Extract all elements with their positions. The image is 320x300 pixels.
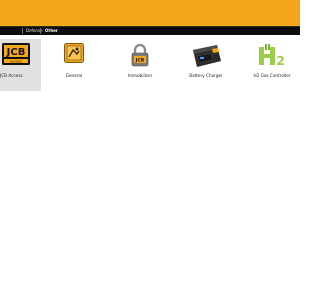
- app-tile-immobiliser[interactable]: JCB Immobiliser: [112, 39, 168, 91]
- tab-bar: Defense Other: [0, 26, 300, 35]
- app-tile-general[interactable]: General: [46, 39, 102, 91]
- svg-text:ACCESS: ACCESS: [10, 60, 22, 64]
- tab-separator: [40, 28, 41, 34]
- battery-charger-icon: [193, 45, 221, 67]
- svg-text:JCB: JCB: [135, 58, 145, 64]
- h2-gas-controller-icon: 2: [259, 44, 285, 67]
- app-tile-h2-gas-controller[interactable]: 2 H2 Gas Controller: [244, 39, 300, 91]
- immobiliser-icon: JCB: [131, 43, 149, 67]
- tab-separator: [22, 28, 23, 34]
- app-grid: JCB ACCESS JCB Access General JCB Immobi…: [0, 35, 300, 300]
- app-tile-battery-charger[interactable]: Battery Charger: [178, 39, 234, 91]
- general-icon: [64, 43, 84, 63]
- tile-label: JCB Access: [0, 73, 23, 78]
- svg-text:JCB: JCB: [6, 47, 26, 58]
- jcb-access-icon: JCB ACCESS: [2, 43, 30, 65]
- tab-other[interactable]: Other: [45, 27, 58, 35]
- top-banner: [0, 0, 300, 26]
- app-window: Defense Other JCB ACCESS JCB Access Gene…: [0, 0, 300, 300]
- tile-label: Battery Charger: [189, 73, 223, 78]
- tile-label: H2 Gas Controller: [253, 73, 291, 78]
- tile-label: Immobiliser: [127, 73, 153, 78]
- tile-label: General: [65, 73, 83, 78]
- svg-text:2: 2: [276, 54, 284, 67]
- app-tile-jcb-access[interactable]: JCB ACCESS JCB Access: [0, 39, 41, 91]
